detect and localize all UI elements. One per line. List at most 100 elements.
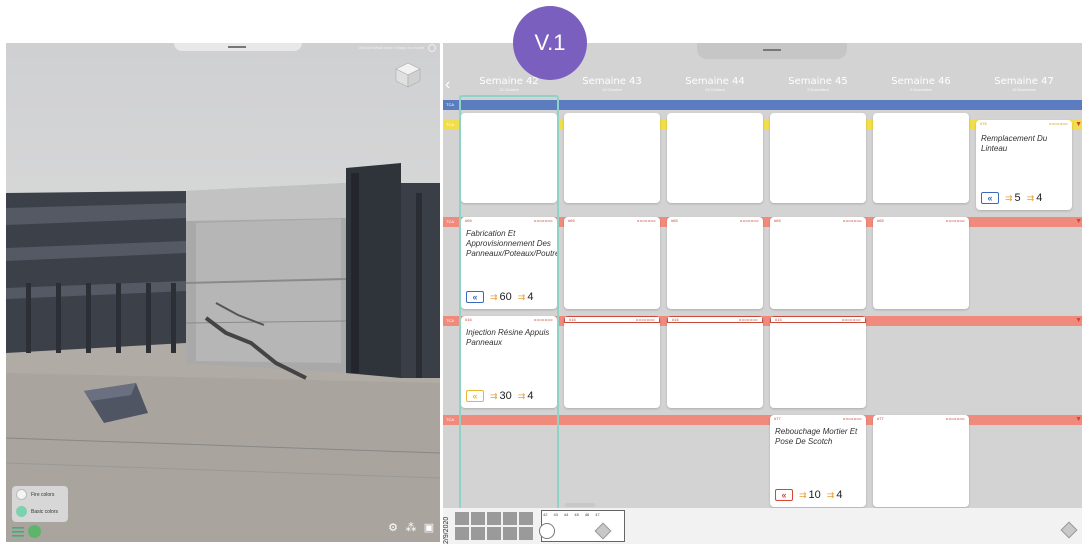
version-badge: V.1 bbox=[513, 6, 587, 80]
double-chevron-left-icon[interactable]: « bbox=[775, 489, 793, 501]
viewer-top-handle[interactable] bbox=[174, 43, 302, 51]
save-icon[interactable]: ▣ bbox=[422, 521, 436, 535]
legend-fire-colors[interactable]: Fire colors bbox=[12, 486, 68, 503]
duration-icon: ⇉ bbox=[490, 390, 498, 401]
floor-detail-toggle[interactable] bbox=[428, 44, 436, 52]
task-title: Injection Résine Appuis Panneaux bbox=[466, 328, 550, 347]
row-expand-icon[interactable]: ▼ bbox=[1075, 317, 1082, 324]
timeline-date: 2/9/2020 bbox=[443, 516, 450, 544]
week-header-44[interactable]: Semaine 44 26 Octobre bbox=[667, 76, 763, 92]
week-header-43[interactable]: Semaine 43 19 Octobre bbox=[564, 76, 660, 92]
workers-value: 4 bbox=[527, 291, 534, 303]
row-code: TCA bbox=[446, 122, 454, 127]
workers-value: 4 bbox=[836, 489, 843, 501]
task-card-header: #16 ooooooo bbox=[461, 316, 557, 323]
version-label: V.1 bbox=[534, 30, 566, 55]
task-tag: #65 bbox=[774, 218, 781, 223]
task-progress-dots: ooooooo bbox=[945, 218, 965, 223]
duration-icon: ⇉ bbox=[1005, 192, 1013, 203]
row-band-blue[interactable]: TCA bbox=[443, 100, 1082, 110]
task-progress-dots: ooooooo bbox=[739, 218, 759, 223]
task-progress-dots: ooooooo bbox=[635, 317, 655, 322]
timeline-week-number: 47 bbox=[595, 512, 600, 517]
double-chevron-left-icon[interactable]: « bbox=[466, 291, 484, 303]
legend-basic-colors[interactable]: Basic colors bbox=[12, 503, 68, 520]
bim-3d-viewer[interactable]: ^ Afficher détail selon l'étage du model… bbox=[6, 43, 440, 542]
task-tag: #76 bbox=[980, 121, 987, 126]
workers-icon: ⇉ bbox=[517, 390, 526, 401]
week-header-46[interactable]: Semaine 46 9 Novembre bbox=[873, 76, 969, 92]
task-tag: #16 bbox=[775, 317, 782, 322]
building-3d-model[interactable] bbox=[6, 43, 440, 542]
basic-colors-label: Basic colors bbox=[31, 508, 58, 515]
settings-icon[interactable]: ⚙ bbox=[386, 521, 400, 535]
timeline-week-number: 46 bbox=[584, 512, 590, 517]
fire-colors-swatch bbox=[16, 489, 27, 500]
task-card-injection[interactable]: #16 ooooooo Injection Résine Appuis Panne… bbox=[461, 316, 557, 408]
task-duration: ⇉ 30 bbox=[490, 390, 512, 402]
week-date: 16 Novembre bbox=[1011, 87, 1036, 92]
task-card-header: #77 ooooooo bbox=[770, 415, 866, 422]
timeline-slider-knob[interactable] bbox=[539, 523, 555, 539]
task-card-injection-cont[interactable]: #16 ooooooo bbox=[667, 316, 763, 408]
task-tag: #65 bbox=[568, 218, 575, 223]
row-expand-icon[interactable]: ▼ bbox=[1075, 218, 1082, 225]
row-band-rebouchage[interactable]: TCA ▼ bbox=[443, 415, 1082, 425]
leaf-icon[interactable] bbox=[28, 525, 41, 538]
floor-detail-option[interactable]: Afficher détail selon l'étage du model bbox=[359, 45, 424, 50]
view-cube-icon[interactable] bbox=[392, 61, 424, 89]
week-label: Semaine 45 bbox=[788, 76, 848, 87]
task-title: Remplacement Du Linteau bbox=[981, 134, 1048, 153]
timeline-week-number: 42 bbox=[543, 512, 548, 517]
timeline-handle[interactable] bbox=[565, 503, 595, 507]
task-card-header: #65 ooooooo bbox=[667, 217, 763, 224]
task-workers: ⇉ 4 bbox=[518, 291, 534, 303]
planner-top-handle[interactable] bbox=[697, 43, 847, 59]
task-card-header: #65 ooooooo bbox=[873, 217, 969, 224]
empty-slot[interactable] bbox=[667, 113, 763, 203]
row-code: TCA bbox=[446, 102, 454, 107]
timeline-navigator[interactable]: 2/9/2020 42 43 44 45 46 47 bbox=[443, 503, 1082, 544]
week-header-45[interactable]: Semaine 45 2 Novembre bbox=[770, 76, 866, 92]
task-progress-dots: ooooooo bbox=[636, 218, 656, 223]
diamond-icon[interactable] bbox=[1060, 521, 1078, 539]
task-card-injection-cont[interactable]: #16 ooooooo bbox=[564, 316, 660, 408]
double-chevron-left-icon[interactable]: « bbox=[466, 390, 484, 402]
empty-slot[interactable] bbox=[873, 113, 969, 203]
task-workers: ⇉ 4 bbox=[1027, 192, 1043, 204]
task-progress-dots: ooooooo bbox=[842, 218, 862, 223]
empty-slot[interactable] bbox=[461, 113, 557, 203]
task-card-fabrication-cont[interactable]: #65 ooooooo bbox=[564, 217, 660, 309]
task-card-rebouchage-cont[interactable]: #77 ooooooo bbox=[873, 415, 969, 507]
timeline-week-number: 44 bbox=[563, 512, 569, 517]
task-card-fabrication-cont[interactable]: #65 ooooooo bbox=[667, 217, 763, 309]
workers-value: 4 bbox=[1036, 192, 1043, 204]
hierarchy-icon[interactable]: ⁂ bbox=[404, 521, 418, 535]
app-root: V.1 ^ Afficher détail selon l'étage du m… bbox=[0, 0, 1082, 544]
double-chevron-left-icon[interactable]: « bbox=[981, 192, 999, 204]
fire-colors-label: Fire colors bbox=[31, 491, 55, 498]
empty-slot[interactable] bbox=[770, 113, 866, 203]
task-card-fabrication-cont[interactable]: #65 ooooooo bbox=[770, 217, 866, 309]
task-card-injection-cont[interactable]: #16 ooooooo bbox=[770, 316, 866, 408]
week-header-47[interactable]: Semaine 47 16 Novembre bbox=[976, 76, 1072, 92]
menu-icon[interactable] bbox=[12, 527, 24, 537]
week-label: Semaine 43 bbox=[582, 76, 642, 87]
row-expand-icon[interactable]: ▼ bbox=[1075, 416, 1082, 423]
row-expand-icon[interactable]: ▼ bbox=[1075, 121, 1082, 128]
empty-slot[interactable] bbox=[564, 113, 660, 203]
task-card-remplacement[interactable]: #76 ooooooo Remplacement Du Linteau « ⇉ 5 … bbox=[976, 120, 1072, 210]
task-card-rebouchage[interactable]: #77 ooooooo Rebouchage Mortier Et Pose De… bbox=[770, 415, 866, 507]
task-card-fabrication[interactable]: #65 ooooooo Fabrication Et Approvisionnem… bbox=[461, 217, 557, 309]
task-title: Fabrication Et Approvisionnement Des Pan… bbox=[466, 229, 557, 258]
timeline-overview-blocks[interactable] bbox=[455, 512, 533, 540]
task-progress-dots: ooooooo bbox=[841, 317, 861, 322]
task-card-fabrication-cont[interactable]: #65 ooooooo bbox=[873, 217, 969, 309]
task-tag: #77 bbox=[774, 416, 781, 421]
task-title: Rebouchage Mortier Et Pose De Scotch bbox=[775, 427, 858, 446]
duration-value: 60 bbox=[499, 291, 512, 303]
chevron-left-icon[interactable]: ‹ bbox=[445, 77, 450, 93]
task-progress-dots: ooooooo bbox=[533, 317, 553, 322]
workers-icon: ⇉ bbox=[1026, 192, 1035, 203]
duration-icon: ⇉ bbox=[490, 291, 498, 302]
